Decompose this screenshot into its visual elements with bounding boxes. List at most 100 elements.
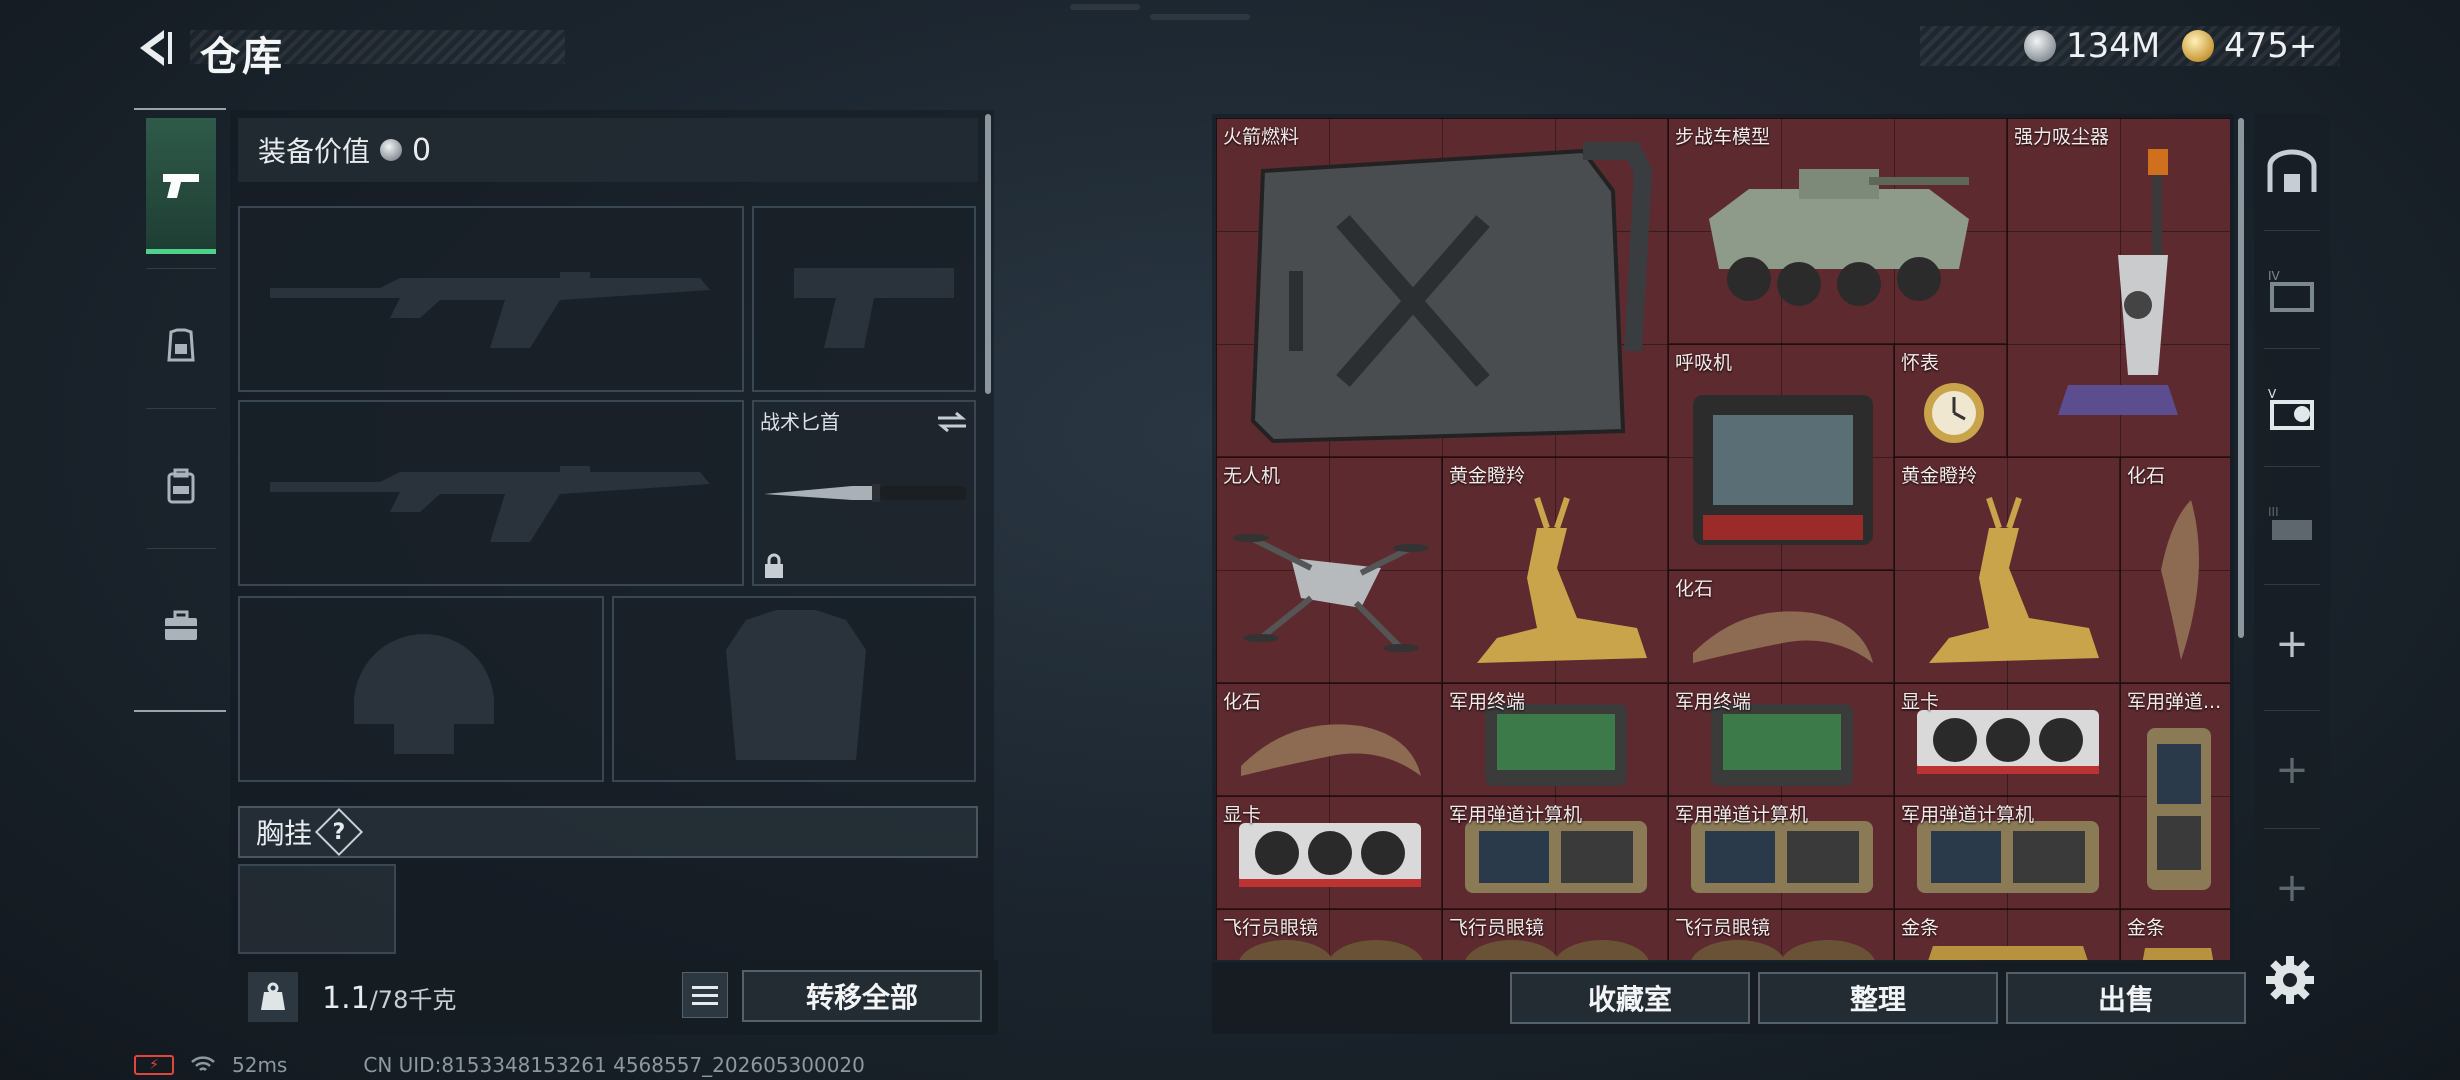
add-stash-button[interactable]: + (2254, 830, 2330, 946)
nav-separator (2264, 466, 2320, 467)
add-stash-button[interactable]: + (2254, 712, 2330, 828)
item-graphics-card[interactable]: 显卡 (1894, 683, 2120, 796)
item-rocket-fuel[interactable]: 火箭燃料 (1216, 118, 1668, 457)
item-ballistic-computer[interactable]: 军用弹道计算机 (1442, 796, 1668, 909)
back-icon[interactable] (128, 22, 180, 74)
nav-bottom-line (134, 710, 226, 712)
chest-rig-slot[interactable] (238, 864, 396, 954)
item-fossil[interactable]: 化石 (1668, 570, 1894, 683)
plus-icon: + (2275, 865, 2309, 911)
item-fossil[interactable]: 化石 (1216, 683, 1442, 796)
collection-room-button[interactable]: 收藏室 (1510, 972, 1750, 1024)
graphics-card-icon (1917, 710, 2099, 774)
container-v-icon: V (2268, 387, 2314, 430)
item-gold-bar[interactable]: 金条 (2120, 909, 2230, 960)
helmet-slot[interactable] (238, 596, 604, 782)
nav-separator (146, 268, 216, 269)
knife-icon (764, 484, 966, 502)
item-pocket-watch[interactable]: 怀表 (1894, 344, 2007, 457)
nav-separator (2264, 710, 2320, 711)
pistol-icon (163, 173, 199, 198)
nav-item-armor[interactable] (146, 278, 216, 414)
currency-silver-value: 134M (2066, 26, 2161, 66)
knife-slot[interactable]: 战术匕首 (752, 400, 976, 586)
armored-vehicle-icon (1709, 169, 1969, 306)
currency-silver[interactable]: 134M (2024, 26, 2160, 66)
item-ballistic-computer[interactable]: 军用弹道计算机 (1668, 796, 1894, 909)
stash-page-nav: IV V III + + + (2254, 114, 2330, 960)
item-aviator-glasses[interactable]: 飞行员眼镜 (1668, 909, 1894, 960)
svg-text:V: V (2268, 387, 2277, 401)
loadout-footer: 1.1/78千克 转移全部 (230, 960, 998, 1034)
help-icon[interactable]: ? (314, 807, 364, 857)
item-aviator-glasses[interactable]: 飞行员眼镜 (1442, 909, 1668, 960)
primary-weapon-slot[interactable] (238, 206, 744, 392)
nav-item-backpack[interactable] (146, 418, 216, 554)
currency-gold[interactable]: 475+ (2182, 26, 2317, 66)
add-stash-button[interactable]: + (2254, 586, 2330, 702)
case-icon (165, 610, 197, 640)
nav-item-stash-iii[interactable]: III (2254, 468, 2330, 584)
uid-text: CN UID:8153348153261 4568557_20260530002… (363, 1053, 865, 1077)
ballistic-computer-icon (1917, 821, 2099, 893)
nav-item-stash-iv[interactable]: IV (2254, 232, 2330, 348)
nav-item-stash-main[interactable] (2254, 114, 2330, 230)
weight-display: 1.1/78千克 (322, 980, 456, 1016)
item-aviator-glasses[interactable]: 飞行员眼镜 (1216, 909, 1442, 960)
equip-value: 0 (412, 132, 432, 168)
left-category-nav (134, 108, 226, 712)
stash-grid[interactable]: 火箭燃料 步战车模型 强力吸尘器 呼吸机 怀表 无人机 黄金瞪羚 化石 黄金瞪羚… (1216, 118, 2230, 960)
jerrycan-icon (1250, 142, 1653, 444)
nav-separator (2264, 348, 2320, 349)
ballistic-computer-icon (1691, 821, 1873, 893)
sell-button[interactable]: 出售 (2006, 972, 2246, 1024)
rifle-silhouette-icon (270, 466, 710, 542)
gazelle-statue-icon (1477, 497, 1647, 663)
item-ifv-model[interactable]: 步战车模型 (1668, 118, 2007, 344)
nav-item-weapons[interactable] (146, 118, 216, 254)
silver-coin-icon (2024, 30, 2056, 62)
list-view-button[interactable] (682, 972, 728, 1018)
ping-value: 52ms (232, 1053, 288, 1077)
chest-rig-row[interactable]: 胸挂 ? (238, 806, 978, 858)
fossil-claw-icon (1241, 724, 1421, 776)
nav-item-case[interactable] (146, 558, 216, 694)
item-golden-gazelle[interactable]: 黄金瞪羚 (1442, 457, 1668, 683)
helmet-silhouette-icon (354, 634, 494, 754)
item-golden-gazelle[interactable]: 黄金瞪羚 (1894, 457, 2120, 683)
item-gold-bar[interactable]: 金条 (1894, 909, 2120, 960)
item-ballistic-computer[interactable]: 军用弹道计算机 (1894, 796, 2120, 909)
secondary-weapon-slot[interactable] (752, 206, 976, 392)
settings-gear-icon[interactable] (2262, 952, 2318, 1008)
organize-button[interactable]: 整理 (1758, 972, 1998, 1024)
item-ballistic-computer[interactable]: 军用弹道... (2120, 683, 2230, 909)
backpack-icon (167, 468, 195, 504)
vacuum-icon (2058, 149, 2178, 415)
armor-icon (167, 328, 195, 362)
swap-icon[interactable] (934, 410, 970, 434)
transfer-all-button[interactable]: 转移全部 (742, 970, 982, 1022)
weight-icon (248, 972, 298, 1022)
plus-icon: + (2275, 621, 2309, 667)
item-drone[interactable]: 无人机 (1216, 457, 1442, 683)
item-military-terminal[interactable]: 军用终端 (1668, 683, 1894, 796)
item-vacuum[interactable]: 强力吸尘器 (2007, 118, 2230, 457)
nav-separator (146, 548, 216, 549)
armor-slot[interactable] (612, 596, 976, 782)
loadout-scrollbar[interactable] (985, 114, 991, 394)
stash-scrollbar[interactable] (2238, 118, 2244, 638)
nav-item-stash-v[interactable]: V (2254, 350, 2330, 466)
item-ventilator[interactable]: 呼吸机 (1668, 344, 1894, 570)
ventilator-icon (1693, 395, 1873, 545)
secondary-rifle-slot[interactable] (238, 400, 744, 586)
nav-separator (146, 408, 216, 409)
item-military-terminal[interactable]: 军用终端 (1442, 683, 1668, 796)
gazelle-statue-icon (1929, 497, 2099, 663)
fossil-claw-icon (1693, 611, 1873, 663)
warehouse-icon (2267, 149, 2317, 192)
item-graphics-card[interactable]: 显卡 (1216, 796, 1442, 909)
item-fossil[interactable]: 化石 (2120, 457, 2230, 683)
nav-separator (2264, 828, 2320, 829)
svg-text:III: III (2268, 505, 2279, 519)
equip-value-bar: 装备价值 0 (238, 118, 978, 182)
